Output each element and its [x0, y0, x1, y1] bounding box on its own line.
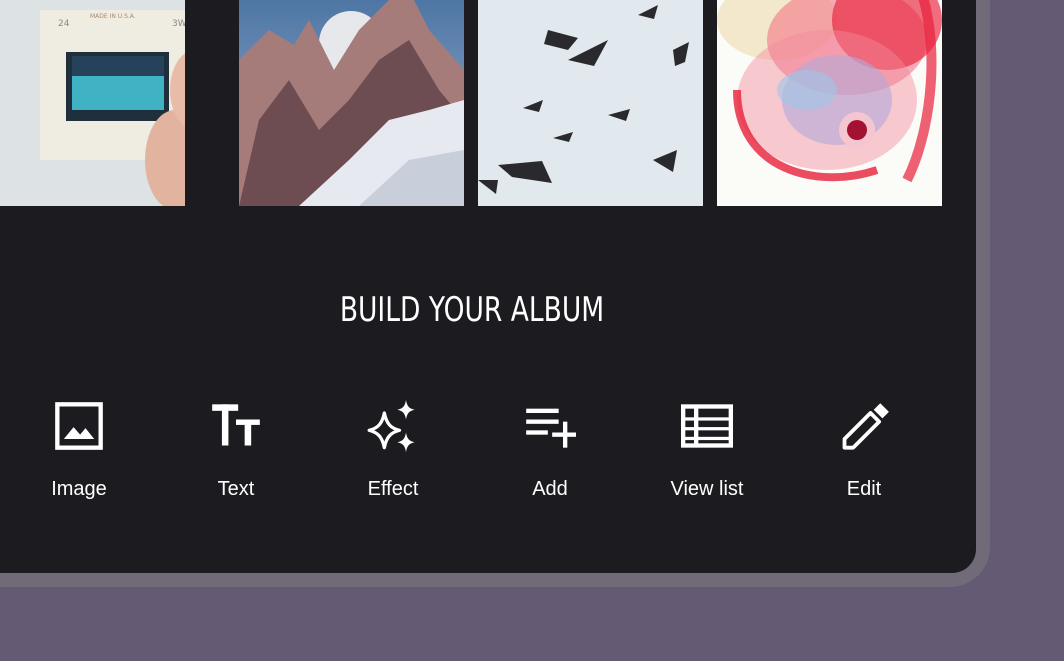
photo-mountains[interactable] — [239, 0, 464, 206]
pencil-icon — [838, 400, 890, 452]
photo-birds[interactable] — [478, 0, 703, 206]
tool-label: Effect — [367, 478, 419, 500]
slide-code: 3W — [172, 19, 185, 29]
image-icon — [53, 400, 105, 452]
playlist-add-icon — [524, 400, 576, 452]
sparkle-icon — [367, 400, 419, 452]
photo-watercolor[interactable] — [717, 0, 942, 206]
view-list-icon — [681, 400, 733, 452]
tool-view-list-button[interactable]: View list — [642, 400, 772, 520]
tool-label: Edit — [846, 478, 882, 500]
tool-label: Text — [217, 478, 255, 500]
tool-add-button[interactable]: Add — [485, 400, 615, 520]
tool-label: Add — [532, 478, 568, 500]
photo-strip: MADE IN U.S.A. 24 3W — [0, 0, 976, 206]
text-icon — [210, 400, 262, 452]
tool-effect-button[interactable]: Effect — [328, 400, 458, 520]
tool-image-button[interactable]: Image — [14, 400, 144, 520]
section-title: BUILD YOUR ALBUM — [339, 290, 605, 330]
app-screen: MADE IN U.S.A. 24 3W BUILD YOUR ALBUM Im… — [0, 0, 976, 573]
photo-slide[interactable]: MADE IN U.S.A. 24 3W — [0, 0, 185, 206]
tool-label: Image — [51, 478, 107, 500]
tool-edit-button[interactable]: Edit — [799, 400, 929, 520]
tool-text-button[interactable]: Text — [171, 400, 301, 520]
tool-label: View list — [670, 478, 744, 500]
slide-print: MADE IN U.S.A. — [90, 13, 136, 20]
slide-number: 24 — [58, 19, 70, 29]
